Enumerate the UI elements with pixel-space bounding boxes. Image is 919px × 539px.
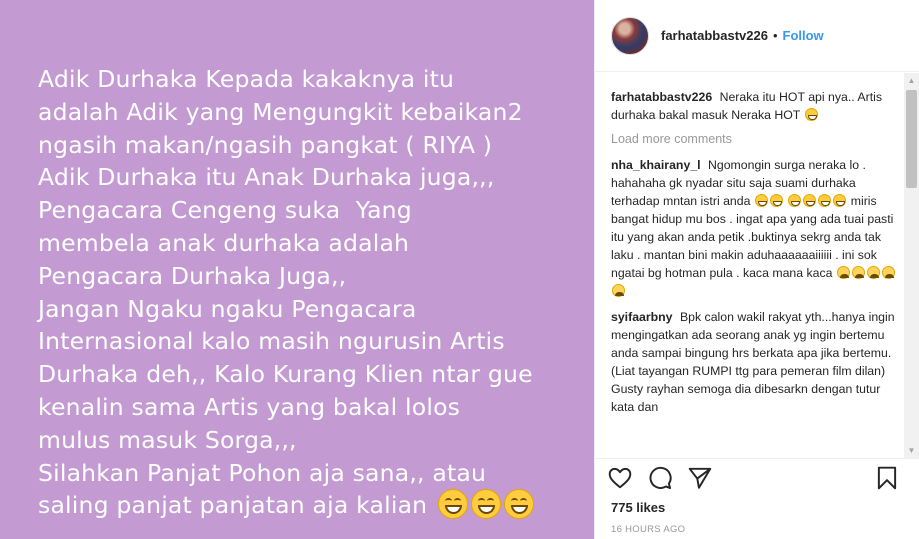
grin-emoji-icon [804, 108, 818, 121]
image-line: Adik Durhaka Kepada kakaknya itu [38, 65, 455, 93]
comment-item: nha_khairany_l Ngomongin surga neraka lo… [611, 156, 905, 300]
likes-count[interactable]: 775 likes [611, 500, 665, 515]
grin-emoji-icon [803, 194, 817, 207]
separator-dot: • [772, 28, 778, 43]
caption-username[interactable]: farhatabbastv226 [611, 90, 712, 104]
grin-emoji-icon [754, 194, 768, 207]
load-more-comments-button[interactable]: Load more comments [611, 132, 905, 146]
image-line: Internasional kalo masih ngurusin Artis [38, 327, 505, 356]
grin-emoji-icon [470, 489, 501, 520]
post-side-panel: farhatabbastv226 • Follow farhatabbastv2… [594, 0, 919, 539]
follow-button[interactable]: Follow [783, 28, 824, 43]
comment-text: Bpk calon wakil rakyat yth...hanya ingin… [611, 310, 895, 414]
image-line: ngasih makan/ngasih pangkat ( RIYA ) [38, 130, 493, 159]
grin-emoji-icon [503, 489, 534, 520]
sad-emoji-icon [851, 266, 865, 279]
comment-item: syifaarbny Bpk calon wakil rakyat yth...… [611, 308, 905, 416]
post-timestamp[interactable]: 16 HOURS AGO [611, 524, 685, 535]
avatar[interactable] [611, 16, 649, 55]
sad-emoji-icon [881, 266, 895, 279]
image-line: Jangan Ngaku ngaku Pengacara [38, 294, 417, 323]
grin-emoji-icon [437, 489, 468, 520]
image-line: kenalin sama Artis yang bakal lolos [38, 392, 461, 421]
comment-username[interactable]: syifaarbny [611, 310, 673, 324]
sad-emoji-icon [866, 266, 880, 279]
post-header: farhatabbastv226 • Follow [595, 0, 919, 72]
image-line: Durhaka deh,, Kalo Kurang Klien ntar gue [38, 360, 533, 389]
post-image[interactable]: Adik Durhaka Kepada kakaknya itu adalah … [0, 0, 594, 539]
grin-emoji-icon [769, 194, 783, 207]
grin-emoji-icon [788, 194, 802, 207]
scroll-down-arrow-icon[interactable]: ▼ [904, 443, 919, 458]
action-bar [595, 458, 919, 494]
image-line: Silahkan Panjat Pohon aja sana,, atau [38, 458, 487, 487]
image-line: Pengacara Cengeng suka Yang [38, 196, 412, 225]
image-line: mulus masuk Sorga,,, [38, 425, 297, 454]
caption: farhatabbastv226 Neraka itu HOT api nya.… [611, 88, 905, 124]
share-icon[interactable] [687, 465, 713, 491]
image-line: membela anak durhaka adalah [38, 228, 410, 257]
comment-username[interactable]: nha_khairany_l [611, 158, 701, 172]
header-username[interactable]: farhatabbastv226 [661, 28, 768, 43]
image-line: Adik Durhaka itu Anak Durhaka juga,,, [38, 163, 495, 192]
comment-icon[interactable] [647, 465, 673, 491]
scroll-thumb[interactable] [906, 90, 917, 188]
comments-scrollbar[interactable]: ▲ ▼ [904, 73, 919, 458]
scroll-up-arrow-icon[interactable]: ▲ [904, 73, 919, 88]
image-line: adalah Adik yang Mengungkit kebaikan2 [38, 97, 523, 126]
grin-emoji-icon [833, 194, 847, 207]
image-line: Pengacara Durhaka Juga,, [38, 261, 347, 290]
sad-emoji-icon [836, 266, 850, 279]
grin-emoji-icon [818, 194, 832, 207]
heart-icon[interactable] [607, 465, 633, 491]
sad-emoji-icon [612, 284, 625, 297]
post-image-text: Adik Durhaka Kepada kakaknya itu adalah … [38, 63, 594, 522]
comments-list[interactable]: farhatabbastv226 Neraka itu HOT api nya.… [595, 73, 905, 458]
image-line: saling panjat panjatan aja kalian [38, 491, 435, 520]
bookmark-icon[interactable] [874, 465, 900, 491]
